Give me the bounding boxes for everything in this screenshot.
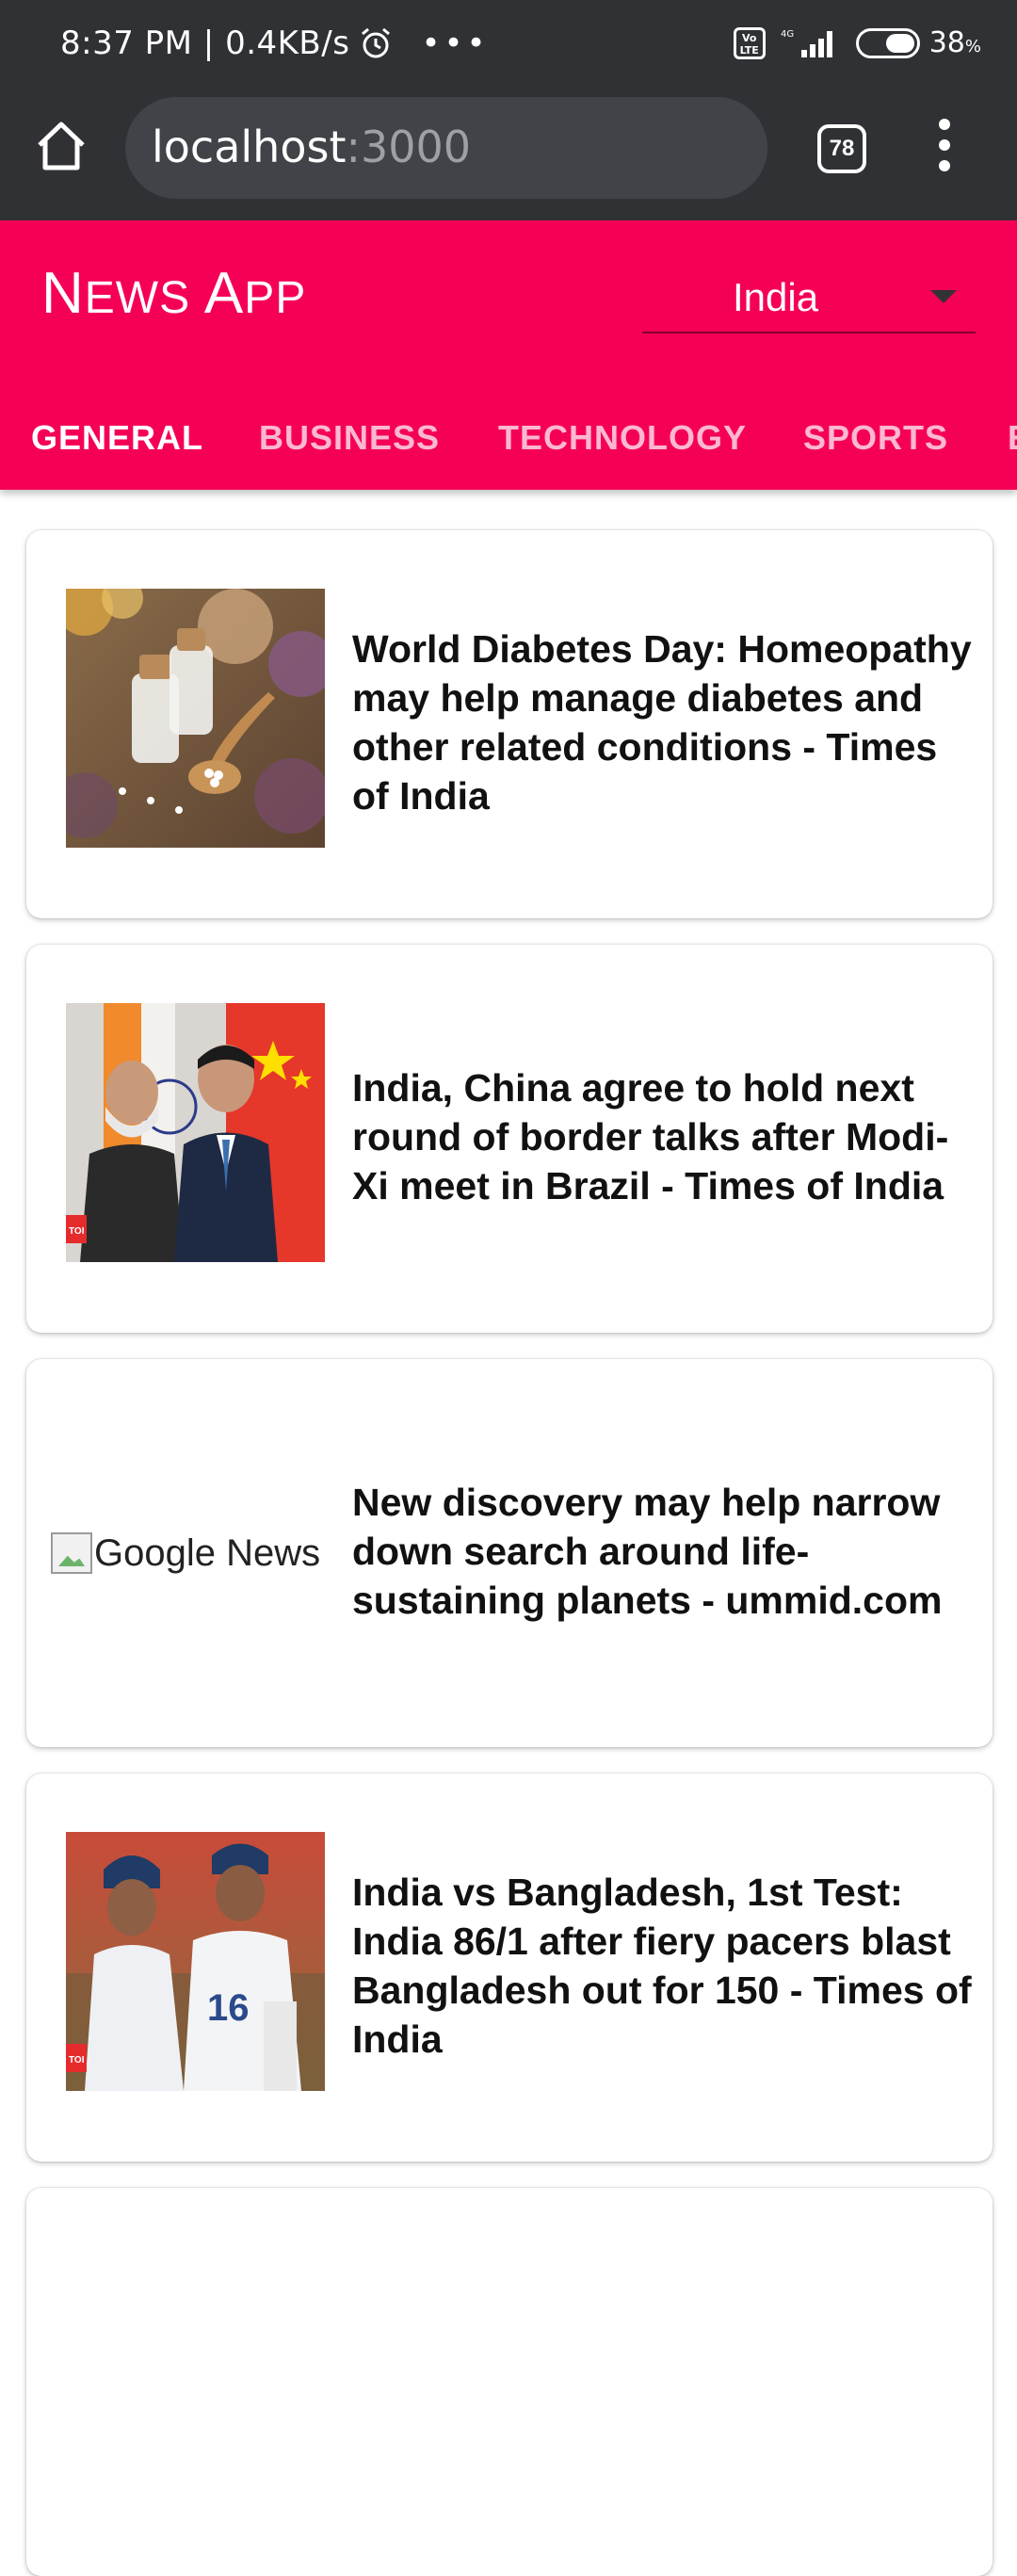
- tab-entertainment[interactable]: ENTERTAINMENT: [1008, 418, 1017, 458]
- more-notifications-icon: •••: [421, 24, 490, 62]
- browser-menu-icon[interactable]: [932, 119, 957, 175]
- dropdown-arrow-icon: [930, 290, 957, 303]
- tab-switcher-button[interactable]: 78: [817, 124, 866, 173]
- status-bar: 8:37 PM | 0.4KB/s ••• Vo LTE 4G 38%: [0, 0, 1017, 90]
- network-type-label: 4G: [781, 29, 794, 40]
- status-left: 8:37 PM | 0.4KB/s •••: [60, 24, 490, 62]
- article-headline[interactable]: India vs Bangladesh, 1st Test: India 86/…: [352, 1868, 974, 2064]
- category-tabs: GENERAL BUSINESS TECHNOLOGY SPORTS ENTER…: [0, 399, 1017, 490]
- image-alt-text: Google News: [94, 1531, 321, 1574]
- url-text[interactable]: localhost:3000: [152, 122, 471, 172]
- article-image[interactable]: [66, 589, 325, 848]
- app-title: NEWS APP: [41, 261, 307, 326]
- home-icon[interactable]: [34, 119, 89, 173]
- broken-image-icon: [51, 1532, 92, 1574]
- battery-icon: [855, 27, 920, 58]
- status-time: 8:37 PM | 0.4KB/s: [60, 24, 350, 62]
- news-card[interactable]: Google News New discovery may help narro…: [26, 1359, 993, 1747]
- country-select[interactable]: India: [642, 254, 976, 333]
- tab-sports[interactable]: SPORTS: [803, 418, 948, 458]
- svg-text:TOI: TOI: [69, 1226, 85, 1237]
- article-headline[interactable]: India, China agree to hold next round of…: [352, 1063, 974, 1210]
- app-header: NEWS APP India GENERAL BUSINESS TECHNOLO…: [0, 220, 1017, 490]
- tab-technology[interactable]: TECHNOLOGY: [498, 418, 747, 458]
- svg-text:TOI: TOI: [69, 2055, 85, 2066]
- news-card[interactable]: World Diabetes Day: Homeopathy may help …: [26, 530, 993, 918]
- news-card[interactable]: TOI India, China agree to hold next roun…: [26, 945, 993, 1333]
- tab-business[interactable]: BUSINESS: [259, 418, 440, 458]
- article-headline[interactable]: New discovery may help narrow down searc…: [352, 1478, 974, 1625]
- country-select-value: India: [733, 275, 819, 319]
- news-card[interactable]: 16 TOI India vs Bangladesh, 1st Test: In…: [26, 1774, 993, 2162]
- article-headline[interactable]: World Diabetes Day: Homeopathy may help …: [352, 624, 974, 820]
- signal-icon: 4G: [781, 29, 832, 57]
- news-card[interactable]: [26, 2188, 993, 2576]
- svg-text:16: 16: [207, 1987, 250, 2029]
- volte-icon: Vo LTE: [733, 26, 766, 59]
- tab-general[interactable]: GENERAL: [31, 418, 203, 458]
- article-image[interactable]: 16 TOI: [66, 1832, 325, 2091]
- broken-image[interactable]: Google News: [51, 1525, 343, 1581]
- battery-percent: 38%: [928, 26, 981, 59]
- status-right: Vo LTE 4G 38%: [733, 26, 981, 59]
- alarm-icon: [362, 27, 391, 58]
- article-image[interactable]: TOI: [66, 1003, 325, 1262]
- address-bar[interactable]: localhost:3000: [125, 97, 767, 199]
- browser-toolbar: localhost:3000 78: [0, 90, 1017, 220]
